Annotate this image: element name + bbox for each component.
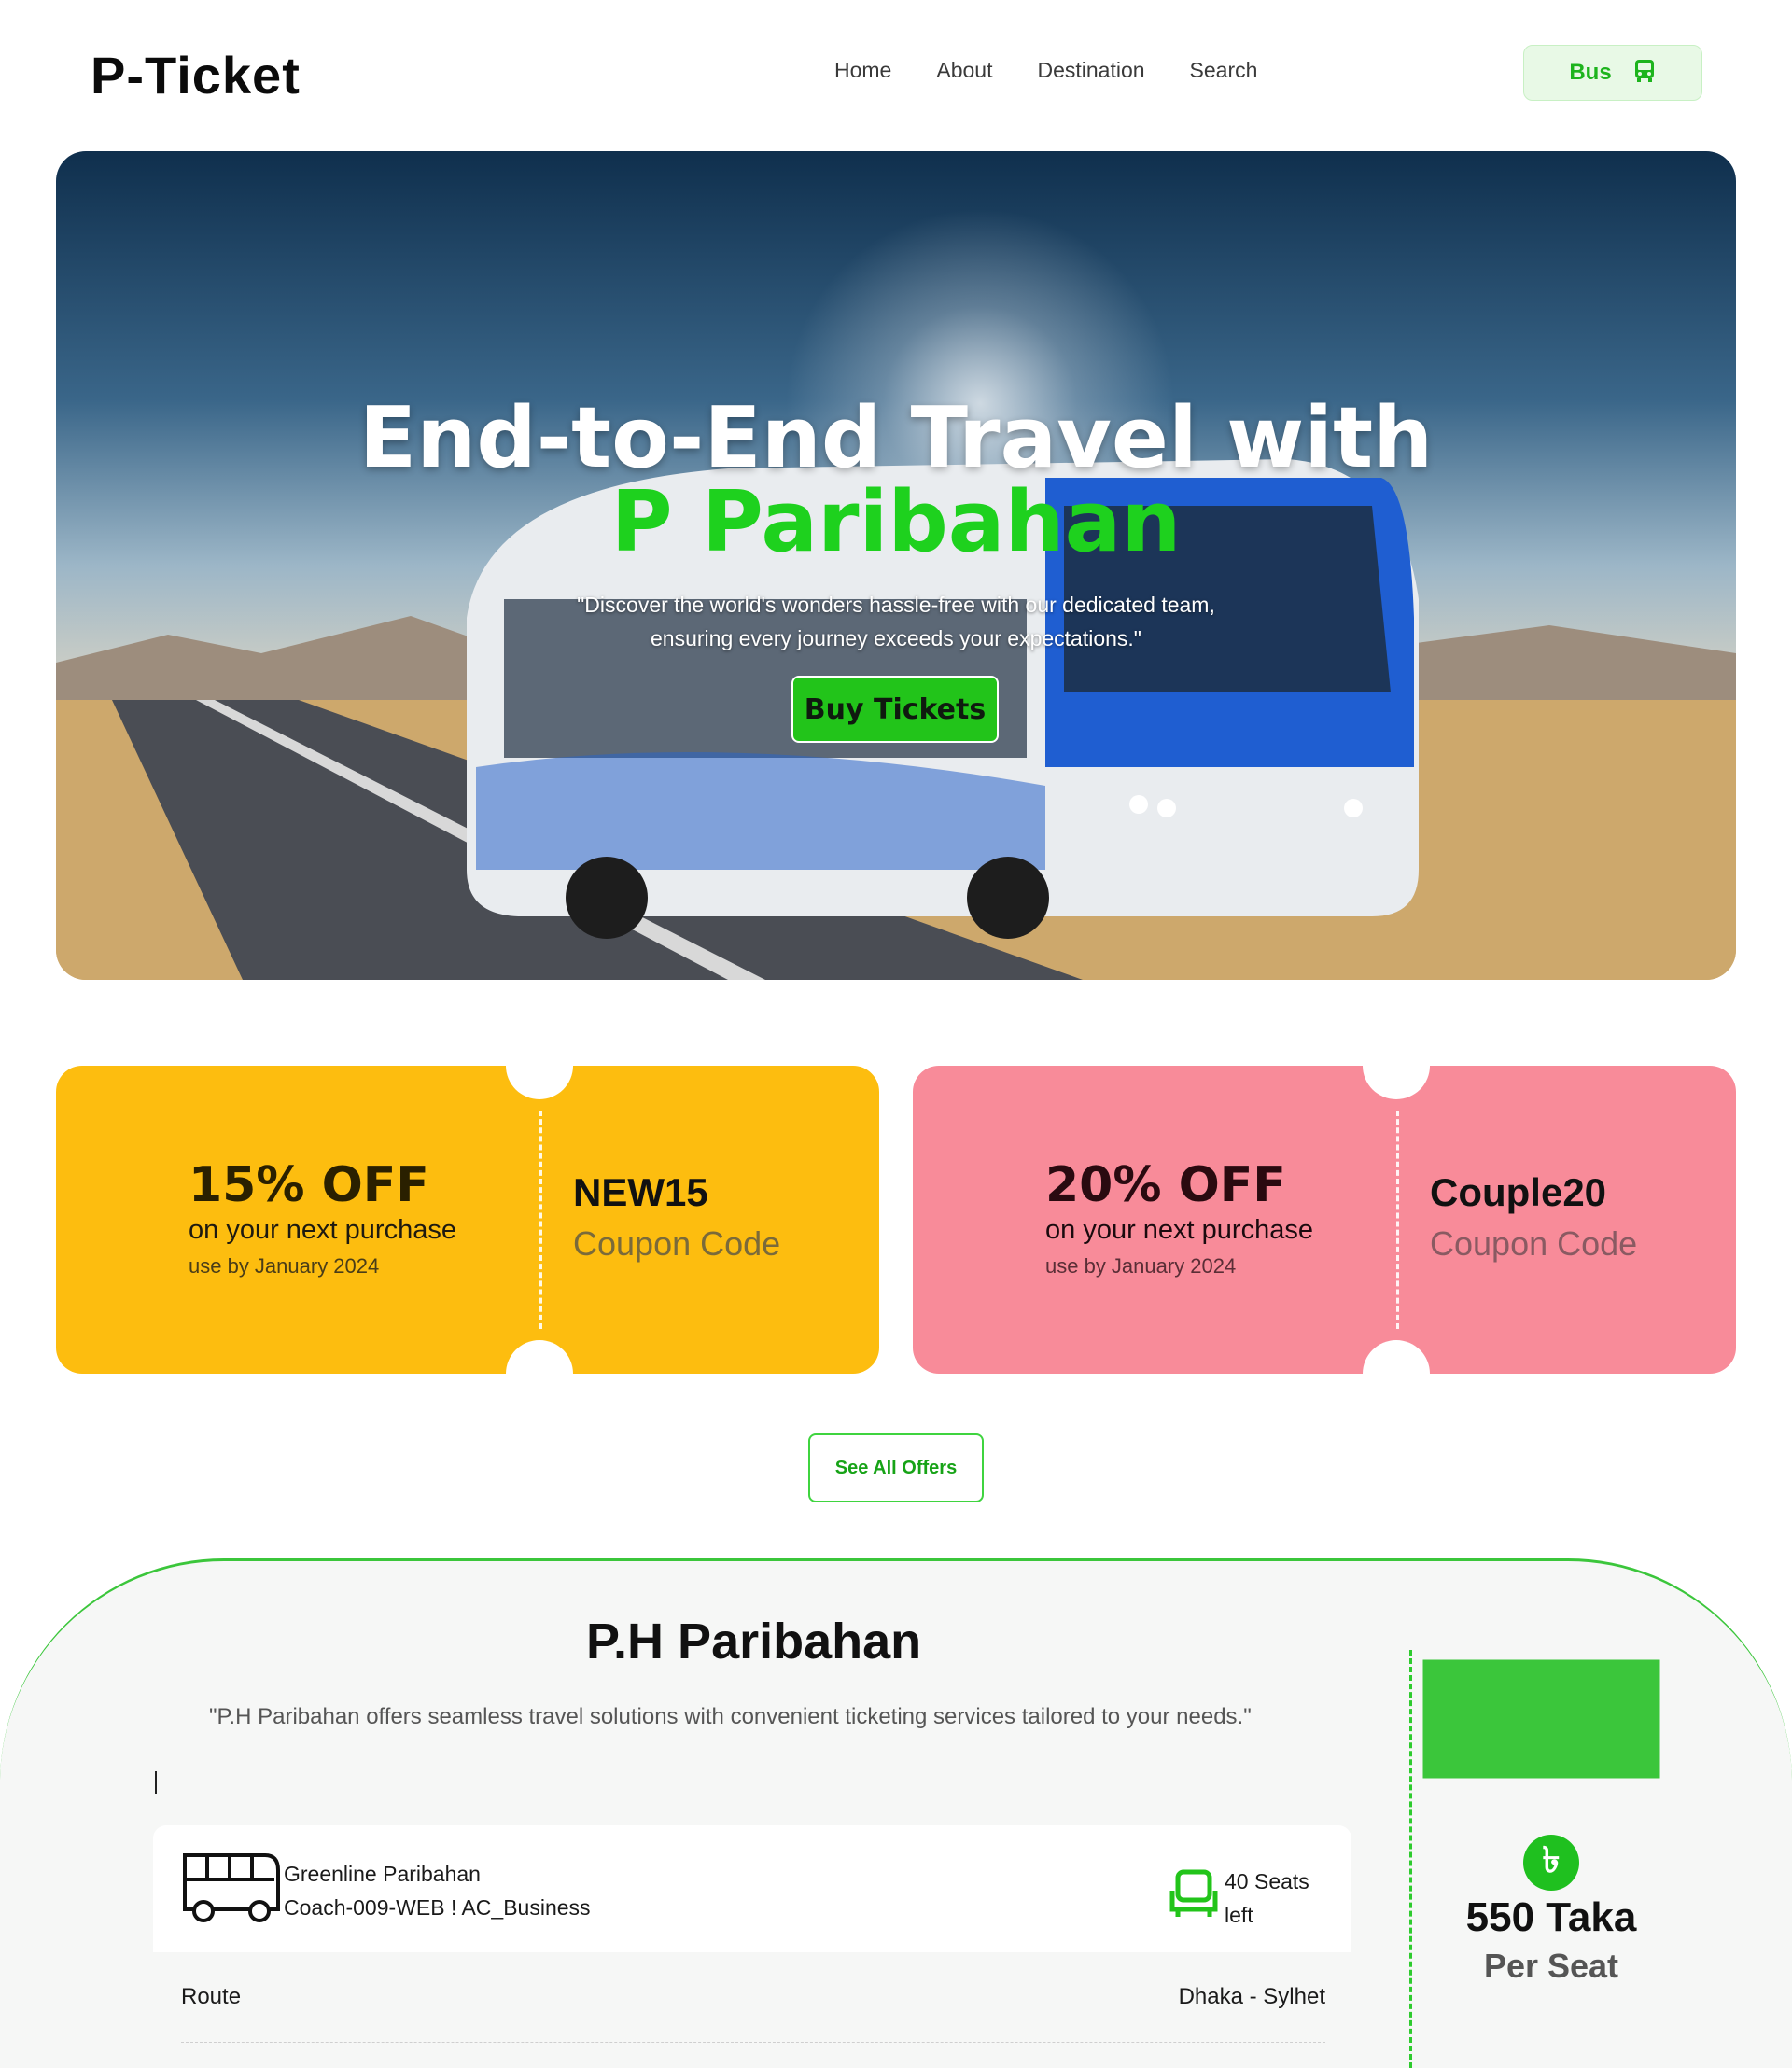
- bus-button-label: Bus: [1569, 60, 1612, 85]
- main-nav: Home About Destination Search: [834, 58, 1257, 83]
- bus-button[interactable]: Bus: [1523, 45, 1702, 101]
- hero-banner: End-to-End Travel with P Paribahan "Disc…: [56, 151, 1736, 980]
- see-all-offers-button[interactable]: See All Offers: [808, 1433, 984, 1502]
- coupon-code[interactable]: Couple20: [1430, 1170, 1606, 1215]
- coupon-divider: [539, 1111, 542, 1329]
- header: P-Ticket Home About Destination Search B…: [0, 0, 1792, 149]
- coupon-code-label: Coupon Code: [1430, 1224, 1638, 1263]
- coupon-notch-top: [1363, 1066, 1430, 1099]
- price-per-seat: Per Seat: [1483, 1947, 1619, 1985]
- section-subtitle: "P.H Paribahan offers seamless travel so…: [209, 1704, 1252, 1729]
- route-divider: [181, 2042, 1325, 2043]
- section-title: P.H Paribahan: [586, 1614, 922, 1670]
- route-value: Dhaka - Sylhet: [1178, 1984, 1325, 2009]
- coupon-text: on your next purchase: [1045, 1215, 1313, 1245]
- seats-left: 40 Seats left: [1225, 1865, 1309, 1932]
- bus-icon: [1632, 58, 1657, 89]
- nav-about[interactable]: About: [936, 58, 992, 83]
- coupon-notch-bottom: [506, 1340, 573, 1374]
- coupon-card: 20% OFF on your next purchase use by Jan…: [913, 1066, 1736, 1374]
- coupon-card: 15% OFF on your next purchase use by Jan…: [56, 1066, 879, 1374]
- price: 550 Taka: [1465, 1894, 1637, 1940]
- text-cursor: [155, 1771, 157, 1794]
- hero-subtitle-line2: ensuring every journey exceeds your expe…: [651, 626, 1141, 650]
- bus-coach: Coach-009-WEB ! AC_Business: [284, 1895, 591, 1920]
- coupon-validity: use by January 2024: [1045, 1254, 1237, 1278]
- taka-icon: ৳: [1523, 1835, 1579, 1891]
- seat-icon: [1169, 1868, 1219, 1923]
- logo[interactable]: P-Ticket: [91, 45, 301, 105]
- coupon-discount: 20% OFF: [1045, 1157, 1286, 1213]
- route-row: Route Dhaka - Sylhet: [181, 1984, 1325, 2010]
- coupon-notch-bottom: [1363, 1340, 1430, 1374]
- coupon-code[interactable]: NEW15: [573, 1170, 708, 1215]
- hero-subtitle: "Discover the world's wonders hassle-fre…: [56, 588, 1736, 655]
- coupon-discount: 15% OFF: [189, 1157, 429, 1213]
- coupon-text: on your next purchase: [189, 1215, 456, 1245]
- bus-details: Greenline Paribahan Coach-009-WEB ! AC_B…: [284, 1857, 591, 1924]
- coupon-code-label: Coupon Code: [573, 1224, 781, 1263]
- coupon-divider: [1396, 1111, 1399, 1329]
- coupon-validity: use by January 2024: [189, 1254, 380, 1278]
- route-label: Route: [181, 1984, 242, 2009]
- hero-title: End-to-End Travel with: [358, 389, 1434, 487]
- price-divider: [1409, 1650, 1412, 2068]
- seats-left-label: left: [1225, 1903, 1253, 1927]
- bus-operator: Greenline Paribahan: [284, 1862, 481, 1886]
- seats-count: 40 Seats: [1225, 1869, 1309, 1893]
- coupon-notch-top: [506, 1066, 573, 1099]
- nav-destination[interactable]: Destination: [1037, 58, 1144, 83]
- hero-title-brand: P Paribahan: [610, 473, 1182, 571]
- buy-tickets-button[interactable]: Buy Tickets: [791, 676, 999, 743]
- nav-search[interactable]: Search: [1190, 58, 1258, 83]
- hero-subtitle-line1: "Discover the world's wonders hassle-fre…: [577, 593, 1215, 617]
- bus-outline-icon: [181, 1851, 282, 1929]
- nav-home[interactable]: Home: [834, 58, 891, 83]
